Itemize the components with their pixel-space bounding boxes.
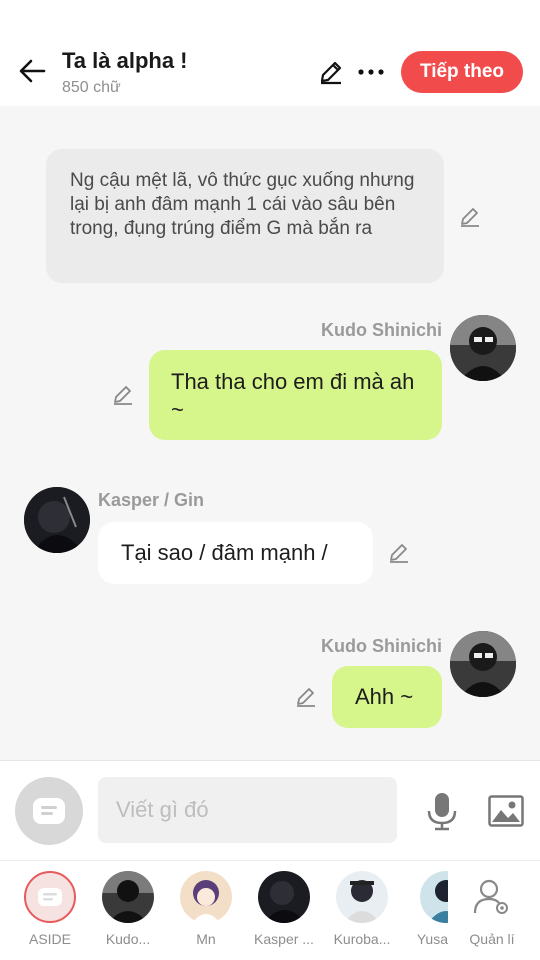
character-kuroba[interactable]: Kuroba...	[330, 871, 394, 947]
next-button[interactable]: Tiếp theo	[401, 51, 523, 93]
pencil-icon	[114, 386, 132, 405]
avatar[interactable]	[450, 315, 516, 381]
character-label: Mn	[196, 931, 216, 947]
avatar	[420, 871, 448, 923]
sender-name: Kasper / Gin	[98, 490, 205, 510]
back-button[interactable]	[14, 54, 50, 88]
character-label: Yusa	[416, 931, 448, 947]
more-options-button[interactable]	[354, 56, 388, 88]
image-button[interactable]	[486, 791, 526, 831]
avatar	[336, 871, 388, 923]
more-horizontal-icon	[358, 69, 384, 75]
avatar	[102, 871, 154, 923]
edit-title-button[interactable]	[314, 56, 348, 88]
character-bar: ASIDE Kudo... Mn Kasper ... Kuroba... Yu…	[0, 860, 540, 960]
story-title: Ta là alpha !	[62, 48, 188, 73]
message-bubble[interactable]: Tại sao / đâm mạnh /	[98, 522, 373, 584]
avatar	[258, 871, 310, 923]
message-bubble[interactable]: Ahh ~	[332, 666, 442, 728]
pencil-icon	[390, 544, 408, 563]
aside-toggle-button[interactable]	[15, 777, 83, 845]
arrow-left-icon	[19, 59, 46, 83]
character-label: ASIDE	[28, 931, 71, 947]
pencil-icon	[297, 688, 315, 707]
character-kudo[interactable]: Kudo...	[96, 871, 160, 947]
microphone-button[interactable]	[422, 789, 462, 833]
pencil-icon	[320, 61, 342, 85]
composer-bar	[0, 760, 540, 860]
aside-chat-icon	[38, 888, 62, 906]
edit-message-button[interactable]	[455, 202, 485, 232]
edit-message-button[interactable]	[384, 538, 414, 568]
character-label: Kasper ...	[254, 931, 314, 947]
character-mn[interactable]: Mn	[174, 871, 238, 947]
avatar[interactable]	[24, 487, 90, 553]
character-label: Kuroba...	[333, 931, 391, 947]
edit-message-button[interactable]	[108, 380, 138, 410]
microphone-icon	[427, 793, 457, 831]
avatar	[180, 871, 232, 923]
avatar[interactable]	[450, 631, 516, 697]
aside-chat-icon	[33, 798, 65, 824]
word-count: 850 chữ	[62, 79, 121, 96]
sender-name: Kudo Shinichi	[321, 636, 442, 656]
character-kasper[interactable]: Kasper ...	[252, 871, 316, 947]
aside-avatar	[24, 871, 76, 923]
character-label: Kudo...	[105, 931, 151, 947]
edit-message-button[interactable]	[291, 682, 321, 712]
character-aside[interactable]: ASIDE	[18, 871, 82, 947]
manage-characters-button[interactable]: Quản lí	[460, 871, 524, 947]
sender-name: Kudo Shinichi	[321, 320, 442, 340]
message-input[interactable]	[98, 777, 397, 843]
message-bubble[interactable]: Tha tha cho em đi mà ah ~	[149, 350, 442, 440]
pencil-icon	[461, 208, 479, 227]
image-icon	[488, 795, 524, 827]
header: Ta là alpha ! 850 chữ Tiếp theo	[0, 0, 540, 106]
chat-area[interactable]: Ng cậu mệt lã, vô thức gục xuống nhưng l…	[0, 106, 540, 760]
user-settings-icon	[466, 871, 518, 923]
character-yusa[interactable]: Yusa	[408, 871, 448, 947]
character-label: Quản lí	[469, 931, 515, 947]
narration-bubble[interactable]: Ng cậu mệt lã, vô thức gục xuống nhưng l…	[46, 149, 444, 283]
